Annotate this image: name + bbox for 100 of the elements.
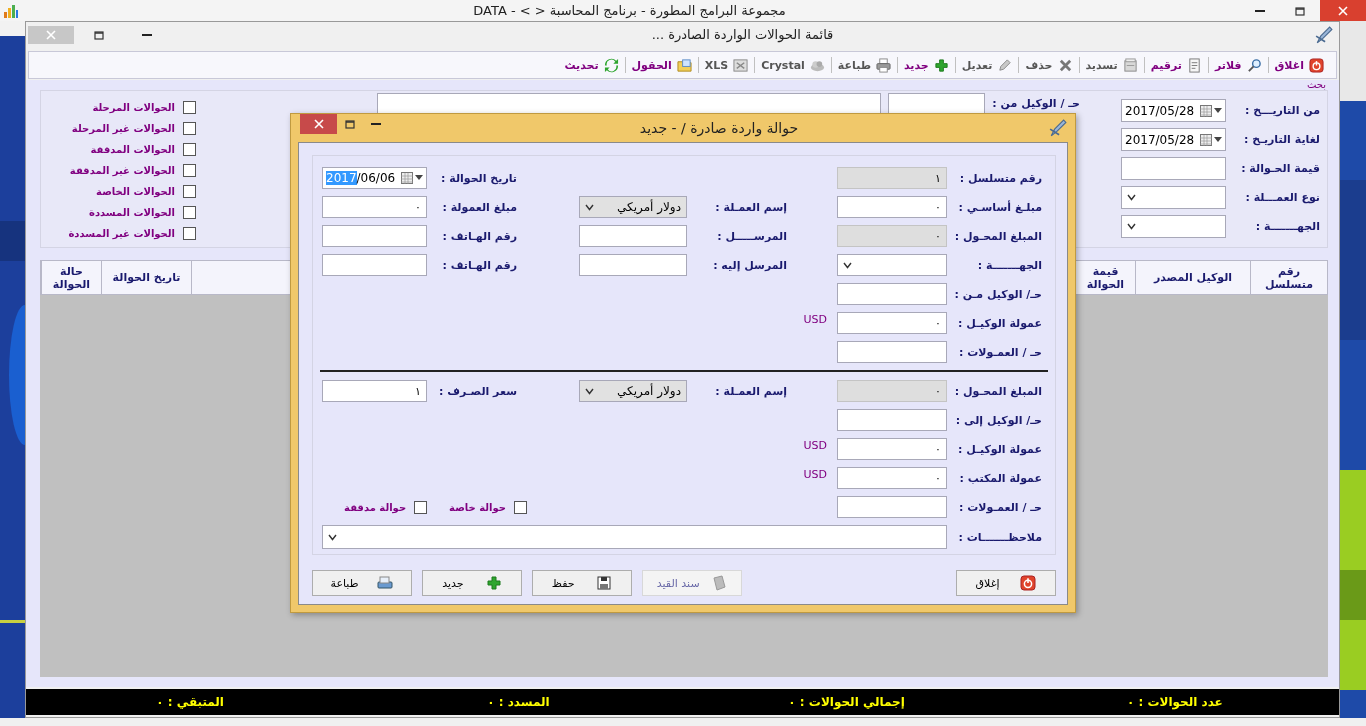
calendar-icon <box>1200 104 1212 117</box>
field-label: لغاية التاريـخ : <box>1243 132 1320 148</box>
checkbox[interactable] <box>183 143 196 156</box>
text-field[interactable]: ٠ <box>837 438 947 460</box>
document-icon <box>711 575 728 591</box>
date-field[interactable]: 2017/05/28 <box>1121 99 1226 122</box>
field-label: نوع العمـــلة : <box>1244 190 1320 206</box>
chevron-down-icon <box>843 261 852 269</box>
field-label: رقم متسلسل : <box>958 170 1043 187</box>
toolbar-button[interactable]: ترقيم <box>1144 54 1208 76</box>
text-field[interactable] <box>837 341 947 363</box>
status-text: إجمالي الحوالات : ٠ <box>788 695 905 709</box>
pencil-icon <box>997 57 1013 73</box>
checkbox-label: الحوالات المدققة <box>90 144 175 155</box>
field-label: إسم العمـلة : <box>714 199 788 216</box>
checkbox[interactable] <box>514 500 527 514</box>
text-field[interactable] <box>579 225 687 247</box>
printer-icon <box>377 575 394 591</box>
dropdown[interactable] <box>1121 186 1226 209</box>
checkbox-label: الحوالات الخاصة <box>96 186 175 197</box>
text-field[interactable] <box>837 283 947 305</box>
checkbox-label: الحوالات غير المرحلة <box>71 123 175 134</box>
text-field[interactable] <box>322 225 427 247</box>
minimize-icon <box>1255 9 1265 12</box>
power-icon <box>1020 575 1037 591</box>
column-header[interactable]: الوكيل المصدر <box>1135 261 1250 294</box>
checkbox[interactable] <box>183 101 196 114</box>
field-label: رقم الهـاتف : <box>441 257 518 274</box>
dropdown[interactable] <box>1121 215 1226 238</box>
field-label: رقم الهـاتف : <box>441 228 518 245</box>
calendar-icon <box>401 172 413 184</box>
field-label: حـ/ الوكيل إلى : <box>954 412 1043 429</box>
date-field[interactable]: 2017/05/28 <box>1121 128 1226 151</box>
text-field[interactable]: ١ <box>322 380 427 402</box>
restore-icon <box>1295 5 1305 16</box>
toolbar-button[interactable]: الحقول <box>625 54 698 76</box>
book-icon <box>1122 57 1138 73</box>
sheet-icon <box>733 57 749 73</box>
unit-label: USD <box>802 438 828 452</box>
field-label: من التاريـــخ : <box>1244 103 1320 119</box>
minimize-icon <box>371 123 381 125</box>
checkbox[interactable] <box>183 206 196 219</box>
checkbox[interactable] <box>183 122 196 135</box>
text-field[interactable] <box>1121 157 1226 180</box>
column-header[interactable]: رقم متسلسل <box>1250 261 1327 294</box>
dropdown[interactable] <box>837 254 947 276</box>
unit-label: USD <box>802 312 828 326</box>
field-label: عمولة الوكيـل : <box>957 315 1043 332</box>
chevron-down-icon <box>585 203 594 211</box>
plus-icon <box>933 57 949 73</box>
checkbox[interactable] <box>414 500 428 514</box>
dialog-button[interactable]: إغلاق <box>956 570 1056 596</box>
dropdown[interactable]: دولار أمريكي <box>579 196 687 218</box>
field-label: الجهـــــــة : <box>976 257 1043 274</box>
text-field[interactable] <box>322 254 427 276</box>
close-button[interactable] <box>1320 0 1366 21</box>
text-field[interactable] <box>888 93 985 114</box>
text-field[interactable] <box>837 409 947 431</box>
section-title: بحث <box>1306 80 1327 90</box>
caret-icon <box>415 175 423 181</box>
pen-icon <box>1049 119 1067 137</box>
dropdown[interactable]: دولار أمريكي <box>579 380 687 402</box>
minimize-icon <box>142 33 152 36</box>
dropdown[interactable] <box>322 525 947 549</box>
column-header[interactable]: حالة الحوالة <box>41 261 101 294</box>
checkbox[interactable] <box>183 227 196 240</box>
field-label: عمولة المكتب : <box>958 470 1043 487</box>
dialog-button[interactable]: جديد <box>422 570 522 596</box>
dialog-button[interactable]: حفظ <box>532 570 632 596</box>
restore-icon <box>94 29 104 40</box>
field-label: ملاحظـــــــات : <box>957 529 1043 546</box>
toolbar-button[interactable]: جديد <box>898 54 955 76</box>
checkbox[interactable] <box>183 164 196 177</box>
close-icon <box>1338 5 1348 16</box>
text-field[interactable]: ٠ <box>837 312 947 334</box>
toolbar-button[interactable]: فلاتر <box>1209 54 1268 76</box>
column-header[interactable]: تاريخ الحوالة <box>101 261 191 294</box>
text-field[interactable] <box>377 93 881 114</box>
status-text: عدد الحوالات : ٠ <box>1126 695 1223 709</box>
unit-label: USD <box>802 467 828 481</box>
checkbox-label: الحوالات المرحلة <box>92 102 175 113</box>
field-label: حـ / الوكيل من : <box>992 96 1080 112</box>
pen-icon <box>1315 25 1333 44</box>
window-title: حوالة واردة صادرة / - جديد <box>638 120 800 136</box>
toolbar-button[interactable]: اغلاق <box>1268 54 1330 76</box>
close-icon <box>46 29 56 40</box>
close-button[interactable] <box>300 114 337 134</box>
field-label: مبلـغ أساسـي : <box>957 199 1043 216</box>
field-label: حـ/ الوكيل مـن : <box>953 286 1043 303</box>
checkbox-label: الحوالات المسددة <box>89 207 175 218</box>
text-field[interactable] <box>837 496 947 518</box>
checkbox[interactable] <box>183 185 196 198</box>
caret-icon <box>1214 107 1222 114</box>
field-label: عمولة الوكيـل : <box>957 441 1043 458</box>
text-field[interactable]: ٠ <box>837 467 947 489</box>
dialog-button[interactable]: طباعة <box>312 570 412 596</box>
toolbar-button[interactable]: تحديث <box>558 54 625 76</box>
text-field[interactable]: ٠ <box>322 196 427 218</box>
text-field[interactable] <box>579 254 687 276</box>
text-field[interactable]: ٠ <box>837 196 947 218</box>
